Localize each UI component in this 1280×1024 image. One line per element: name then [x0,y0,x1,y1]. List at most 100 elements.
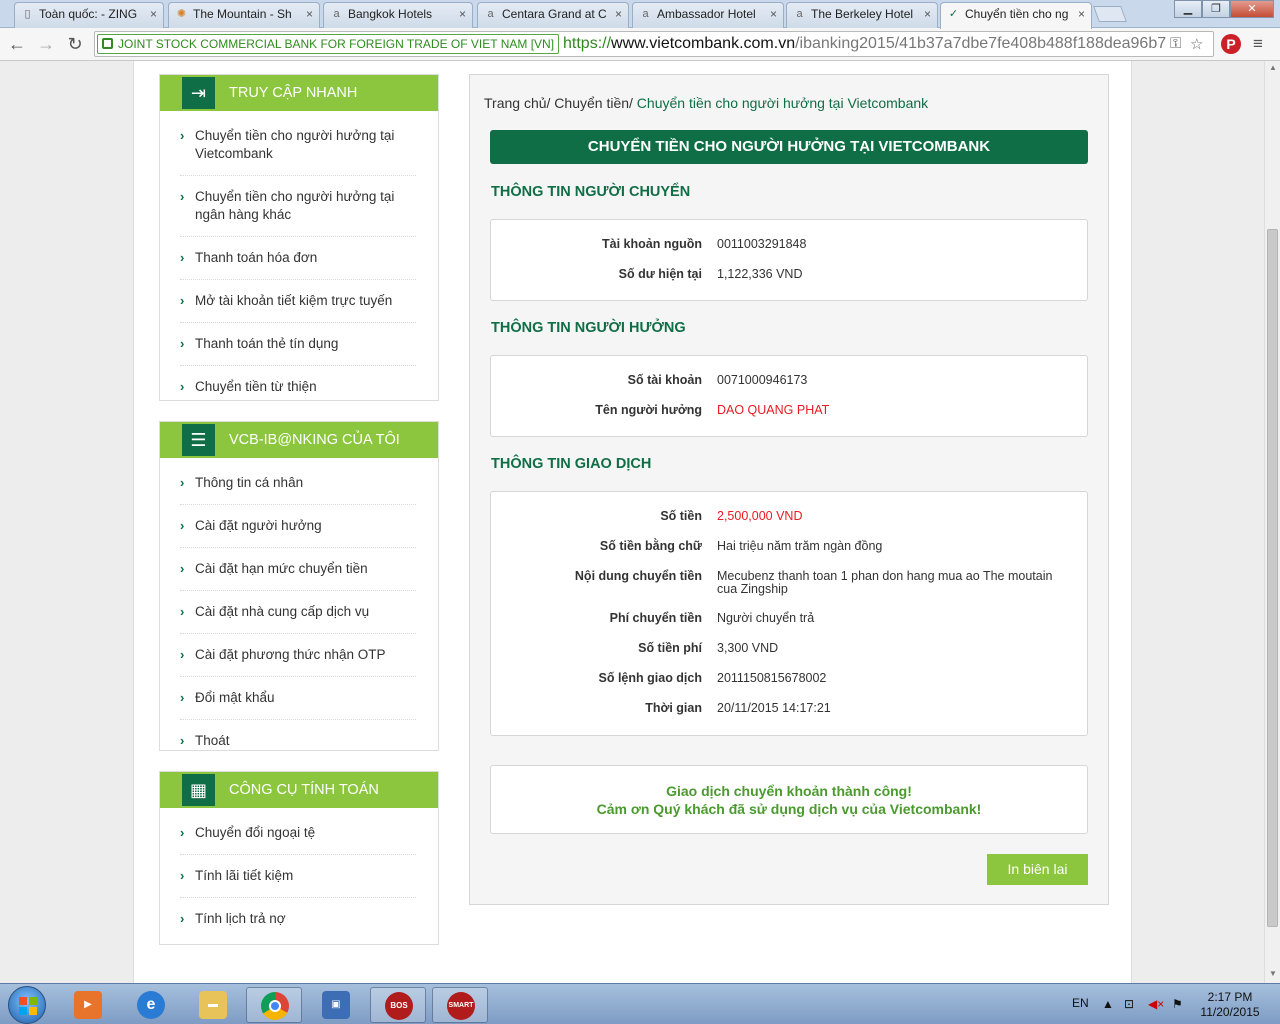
agoda-icon: a [642,8,649,20]
chevron-right-icon: › [180,475,185,490]
taskbar-media-player[interactable]: ▶ [60,987,116,1023]
print-receipt-button[interactable]: In biên lai [987,854,1088,885]
taskbar-remote-desktop[interactable]: ▣ [308,987,364,1023]
vcb-icon: ✓ [948,8,959,20]
reload-icon[interactable]: ↻ [64,33,86,55]
bookmark-star-icon[interactable]: ☆ [1190,35,1203,53]
sidebar-item-personal-info[interactable]: › Thông tin cá nhân [180,462,416,505]
sidebar-item-logout[interactable]: › Thoát [180,720,416,762]
back-icon[interactable]: ← [6,33,28,55]
sun-icon: ✺ [176,8,187,20]
sidebar-item-otp-method[interactable]: › Cài đặt phương thức nhận OTP [180,634,416,677]
sidebar-item-service-provider[interactable]: › Cài đặt nhà cung cấp dịch vụ [180,591,416,634]
sidebar-item-change-password[interactable]: › Đổi mật khẩu [180,677,416,720]
my-ibanking-header: ☰ VCB-IB@NKING CỦA TÔI [160,422,438,458]
menu-icon[interactable]: ≡ [1253,34,1263,54]
sidebar-item-charity-transfer[interactable]: › Chuyển tiền từ thiện [180,366,416,408]
url-text[interactable]: https://www.vietcombank.com.vn/ibanking2… [563,35,1166,53]
beneficiary-info-card: Số tài khoản 0071000946173 Tên người hưở… [490,355,1088,437]
success-message: Giao dịch chuyển khoản thành công! Cảm ơ… [490,765,1088,834]
quick-access-panel: ⇥ TRUY CẬP NHANH › Chuyển tiền cho người … [159,74,439,401]
ev-certificate-badge[interactable]: JOINT STOCK COMMERCIAL BANK FOR FOREIGN … [97,34,560,54]
close-icon[interactable]: × [459,3,466,25]
tab-vietcombank[interactable]: ✓ Chuyển tiền cho ng × [940,2,1092,29]
close-icon[interactable]: × [306,3,313,25]
page-container: ⇥ TRUY CẬP NHANH › Chuyển tiền cho người … [133,61,1132,983]
chevron-right-icon: › [180,825,185,840]
taskbar-file-explorer[interactable]: ▬ [185,987,241,1023]
forward-icon[interactable]: → [35,33,57,55]
new-tab-button[interactable] [1093,6,1127,22]
transaction-id-value: 2011150815678002 [717,671,827,685]
sidebar-item-savings-interest[interactable]: › Tính lãi tiết kiệm [180,855,416,898]
breadcrumb-current: Chuyển tiền cho người hưởng tại Vietcomb… [636,95,929,111]
sidebar-item-beneficiary-settings[interactable]: › Cài đặt người hưởng [180,505,416,548]
bos-icon: BOS [385,992,413,1020]
sidebar-item-currency-converter[interactable]: › Chuyển đổi ngoại tệ [180,812,416,855]
tab-zing[interactable]: ▯ Toàn quốc: - ZING × [14,2,164,28]
beneficiary-name-value: DAO QUANG PHAT [717,403,830,417]
tab-centara-grand[interactable]: a Centara Grand at C × [477,2,629,28]
page-scrollbar[interactable]: ▲ ▼ [1264,61,1280,983]
media-player-icon: ▶ [74,991,102,1019]
scroll-down-icon[interactable]: ▼ [1265,967,1280,981]
sidebar-item-loan-schedule[interactable]: › Tính lịch trả nợ [180,898,416,940]
network-icon[interactable]: ⊡ [1124,997,1134,1011]
restore-icon[interactable]: ❐ [1202,0,1230,18]
scroll-up-icon[interactable]: ▲ [1265,61,1280,75]
calculation-tools-header: ▦ CÔNG CỤ TÍNH TOÁN [160,772,438,808]
remote-desktop-icon: ▣ [322,991,350,1019]
sidebar-item-bill-payment[interactable]: › Thanh toán hóa đơn [180,237,416,280]
breadcrumb-home[interactable]: Trang chủ [484,95,547,111]
chevron-right-icon: › [180,647,185,662]
chevron-right-icon: › [180,189,185,204]
tab-the-mountain[interactable]: ✺ The Mountain - Sh × [168,2,320,28]
chevron-right-icon: › [180,868,185,883]
volume-muted-icon[interactable]: ◀× [1148,997,1164,1011]
transaction-info-card: Số tiền 2,500,000 VND Số tiền bằng chữ H… [490,491,1088,736]
start-button[interactable] [8,986,46,1024]
close-icon[interactable]: × [924,3,931,25]
taskbar-internet-explorer[interactable]: e [123,987,179,1023]
close-icon[interactable]: × [615,3,622,25]
sidebar-item-credit-card-payment[interactable]: › Thanh toán thẻ tín dụng [180,323,416,366]
windows-taskbar: ▶ e ▬ ▣ BOS SMART EN ▲ ⊡ ◀× ⚑ 2:17 PM 11… [0,983,1280,1024]
agoda-icon: a [487,8,494,20]
action-center-icon[interactable]: ⚑ [1172,997,1183,1011]
breadcrumb-transfer[interactable]: Chuyển tiền [554,95,629,111]
scroll-thumb[interactable] [1267,229,1278,927]
page-icon: ▯ [24,8,31,20]
close-window-icon[interactable]: ✕ [1230,0,1274,18]
sender-section-title: THÔNG TIN NGƯỜI CHUYỂN [491,184,691,200]
system-clock[interactable]: 2:17 PM 11/20/2015 [1190,990,1270,1020]
close-icon[interactable]: × [770,3,777,25]
minimize-icon[interactable]: ▁ [1174,0,1202,18]
tab-berkeley-hotel[interactable]: a The Berkeley Hotel × [786,2,938,28]
taskbar-bos[interactable]: BOS [370,987,426,1023]
sidebar-item-open-savings[interactable]: › Mở tài khoản tiết kiệm trực tuyến [180,280,416,323]
tab-bangkok-hotels[interactable]: a Bangkok Hotels × [323,2,473,28]
taskbar-smart[interactable]: SMART [432,987,488,1023]
sidebar-item-transfer-limit[interactable]: › Cài đặt hạn mức chuyển tiền [180,548,416,591]
chrome-icon [261,992,289,1020]
sender-info-card: Tài khoản nguồn 0011003291848 Số dư hiện… [490,219,1088,301]
window-controls: ▁ ❐ ✕ [1174,0,1274,20]
sidebar-item-transfer-other-bank[interactable]: › Chuyển tiền cho người hưởng tại ngân hà… [180,176,416,237]
address-bar[interactable]: JOINT STOCK COMMERCIAL BANK FOR FOREIGN … [94,31,1214,57]
balance-value: 1,122,336 VND [717,267,803,281]
close-icon[interactable]: × [1078,3,1085,25]
key-icon[interactable]: ⚿ [1170,35,1181,52]
pinterest-icon[interactable]: P [1221,34,1241,54]
tab-ambassador-hotel[interactable]: a Ambassador Hotel × [632,2,784,28]
language-indicator[interactable]: EN [1072,996,1089,1010]
my-ibanking-list: › Thông tin cá nhân › Cài đặt người hưởng … [160,458,438,762]
taskbar-chrome[interactable] [246,987,302,1023]
chevron-right-icon: › [180,690,185,705]
close-icon[interactable]: × [150,3,157,25]
calculation-tools-panel: ▦ CÔNG CỤ TÍNH TOÁN › Chuyển đổi ngoại tệ… [159,771,439,945]
show-hidden-icons-icon[interactable]: ▲ [1102,997,1114,1011]
agoda-icon: a [796,8,803,20]
calculation-tools-list: › Chuyển đổi ngoại tệ › Tính lãi tiết kiệm… [160,808,438,940]
fee-payer-value: Người chuyển trả [717,611,815,625]
sidebar-item-transfer-vcb[interactable]: › Chuyển tiền cho người hưởng tại Vietcom… [180,115,416,176]
